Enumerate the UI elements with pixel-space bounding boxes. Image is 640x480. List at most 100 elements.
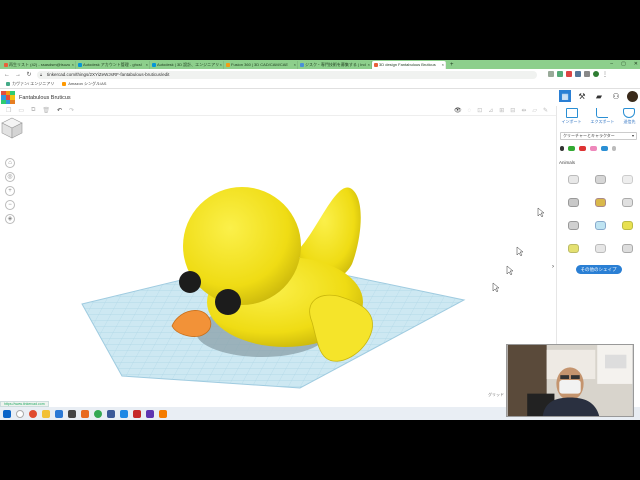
shape-tile[interactable] bbox=[617, 216, 637, 234]
forward-icon[interactable]: → bbox=[15, 72, 21, 78]
ungroup-icon[interactable]: ⊟ bbox=[510, 106, 515, 116]
workplane-icon[interactable]: ▱ bbox=[532, 106, 537, 116]
explorer-icon[interactable] bbox=[42, 409, 50, 418]
start-icon[interactable] bbox=[3, 409, 11, 418]
add-user-icon[interactable]: ⚇ bbox=[610, 90, 622, 102]
avatar[interactable] bbox=[627, 90, 638, 102]
send-button[interactable]: 送信先 bbox=[623, 108, 636, 125]
home-view-button[interactable]: ⌂ bbox=[5, 158, 15, 168]
grid-view-icon[interactable]: ▦ bbox=[559, 90, 571, 102]
camera-icon[interactable] bbox=[68, 409, 76, 418]
app-icon[interactable] bbox=[159, 409, 167, 418]
bookmark-item[interactable]: カヴァン/ エンジニアリ bbox=[6, 81, 54, 87]
shape-tile[interactable] bbox=[590, 170, 610, 188]
perspective-button[interactable]: ◈ bbox=[5, 214, 15, 224]
redo-icon[interactable]: ↷ bbox=[69, 107, 74, 114]
shape-tile[interactable] bbox=[563, 239, 583, 257]
browser-tab[interactable]: ジスク・専門技術を募集する | Ind × bbox=[298, 61, 372, 69]
menu-icon[interactable]: ⋮ bbox=[602, 71, 608, 78]
shape-tile[interactable] bbox=[563, 193, 583, 211]
new-tab-button[interactable]: + bbox=[446, 61, 458, 69]
eye-icon[interactable]: 👁︎ bbox=[454, 106, 462, 116]
eyes-category-icon[interactable] bbox=[579, 146, 586, 151]
close-icon[interactable]: × bbox=[442, 61, 444, 69]
app-icon[interactable] bbox=[120, 409, 128, 418]
delete-icon[interactable]: 🗑︎ bbox=[42, 107, 50, 114]
extension-icon[interactable] bbox=[548, 71, 554, 77]
mirror-icon[interactable]: ⇹ bbox=[521, 106, 526, 116]
extension-icon[interactable] bbox=[557, 71, 563, 77]
shape-tile[interactable] bbox=[590, 193, 610, 211]
close-icon[interactable]: × bbox=[146, 61, 148, 69]
export-button[interactable]: エクスポート bbox=[591, 108, 614, 125]
search-icon[interactable] bbox=[16, 409, 24, 418]
shape-category-select[interactable]: クリーチャーとキャラクター ▾ bbox=[560, 132, 637, 140]
back-icon[interactable]: ← bbox=[4, 72, 10, 78]
project-title[interactable]: Fantabulous Bruticus bbox=[19, 95, 71, 101]
shape-tile[interactable] bbox=[590, 239, 610, 257]
align-icon[interactable]: ⊡ bbox=[477, 106, 482, 116]
app-icon[interactable] bbox=[107, 409, 115, 418]
chrome-icon[interactable] bbox=[29, 409, 37, 418]
maximize-icon[interactable]: ▢ bbox=[621, 60, 626, 69]
extension-icon[interactable] bbox=[566, 71, 572, 77]
duplicate-icon[interactable]: ⧉ bbox=[31, 107, 35, 114]
extension-icon[interactable] bbox=[575, 71, 581, 77]
more-shapes-button[interactable]: その他のシェイプ bbox=[575, 265, 622, 274]
zoom-in-button[interactable]: + bbox=[5, 186, 15, 196]
shape-tile[interactable] bbox=[563, 216, 583, 234]
more-categories-icon[interactable] bbox=[612, 146, 616, 151]
shape-tile[interactable] bbox=[563, 170, 583, 188]
shape-tile[interactable] bbox=[617, 239, 637, 257]
creature-category-icon[interactable] bbox=[560, 146, 564, 151]
app-icon[interactable] bbox=[146, 409, 154, 418]
browser-tab[interactable]: 再生リスト (42) - ssasdsm@tsuzu × bbox=[2, 61, 76, 69]
copy-icon[interactable]: ❐ bbox=[6, 107, 11, 114]
shape-tile[interactable] bbox=[617, 193, 637, 211]
glasses-category-icon[interactable] bbox=[568, 146, 575, 151]
paste-icon[interactable]: ▭ bbox=[18, 107, 24, 114]
fit-view-button[interactable]: ◎ bbox=[5, 172, 15, 182]
close-icon[interactable]: × bbox=[368, 61, 370, 69]
mail-icon[interactable] bbox=[55, 409, 63, 418]
tab-favicon-icon bbox=[78, 63, 82, 67]
import-button[interactable]: インポート bbox=[562, 108, 582, 125]
close-icon[interactable]: × bbox=[294, 61, 296, 69]
bird-category-icon[interactable] bbox=[601, 146, 608, 151]
minimize-icon[interactable]: – bbox=[610, 60, 613, 69]
notes-icon[interactable]: ✎ bbox=[543, 106, 548, 116]
shape-tile[interactable] bbox=[617, 170, 637, 188]
extension-icon[interactable] bbox=[584, 71, 590, 77]
view-cube[interactable] bbox=[0, 116, 24, 140]
ruler-icon[interactable]: ⊿ bbox=[488, 106, 493, 116]
close-window-icon[interactable]: ✕ bbox=[634, 60, 638, 69]
address-bar[interactable]: 🔒︎ tinkercad.com/things/2XYiZeWJsRF-fant… bbox=[37, 70, 537, 79]
send-icon bbox=[623, 108, 636, 118]
zoom-out-button[interactable]: − bbox=[5, 200, 15, 210]
briefcase-icon[interactable]: ▰ bbox=[593, 90, 605, 102]
chrome-icon[interactable] bbox=[94, 409, 102, 418]
bookmark-item[interactable]: Amazon シングル/AS bbox=[62, 81, 106, 87]
browser-tab[interactable]: Autodesk | 3D 設計、エンジニアリ × bbox=[150, 61, 224, 69]
profile-avatar[interactable] bbox=[593, 71, 599, 77]
shape-tile[interactable] bbox=[590, 216, 610, 234]
reload-icon[interactable]: ↻ bbox=[26, 71, 32, 78]
mouse-cursor bbox=[516, 246, 524, 257]
workplane-viewport[interactable]: ⌂ ◎ + − ◈ グリッド › bbox=[0, 116, 556, 404]
lightbulb-icon[interactable]: ◌ bbox=[468, 106, 472, 116]
close-icon[interactable]: × bbox=[220, 61, 222, 69]
app-icon[interactable] bbox=[133, 409, 141, 418]
media-icon[interactable] bbox=[81, 409, 89, 418]
close-icon[interactable]: × bbox=[72, 61, 74, 69]
section-heading: Animals bbox=[559, 160, 576, 165]
browser-tab[interactable]: Autodesk アカウント管理 - ghcsl × bbox=[76, 61, 150, 69]
group-icon[interactable]: ⊞ bbox=[499, 106, 504, 116]
hammer-icon[interactable]: ⚒ bbox=[576, 90, 588, 102]
browser-tab-active[interactable]: 3D design Fantabulous Bruticus × bbox=[372, 61, 446, 69]
panel-collapse-icon[interactable]: › bbox=[552, 264, 554, 270]
browser-tab[interactable]: Fusion 360 | 3D CAD/CAM/CAE × bbox=[224, 61, 298, 69]
tinkercad-logo[interactable] bbox=[1, 90, 15, 105]
grid-settings-label[interactable]: グリッド bbox=[488, 392, 504, 398]
figure-category-icon[interactable] bbox=[590, 146, 597, 151]
undo-icon[interactable]: ↶ bbox=[57, 107, 62, 114]
